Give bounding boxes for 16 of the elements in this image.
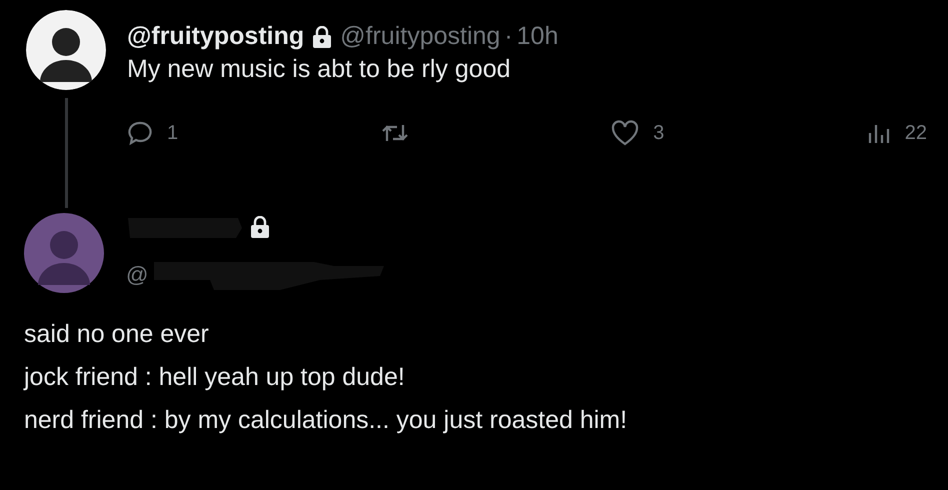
reply-action-button[interactable]: 1 xyxy=(127,120,178,146)
lock-icon xyxy=(312,26,332,48)
handle[interactable]: @ xyxy=(126,262,148,288)
reply-icon xyxy=(127,120,153,146)
handle[interactable]: @fruityposting xyxy=(340,22,500,51)
post-text: My new music is abt to be rly good xyxy=(127,55,512,84)
timestamp[interactable]: 10h xyxy=(516,22,558,51)
separator: · xyxy=(504,22,513,51)
reply-text: nerd friend : by my calculations... you just roasted him! xyxy=(24,406,628,435)
heart-icon xyxy=(611,120,640,146)
reply-text: said no one ever xyxy=(24,320,210,349)
views-action-button[interactable]: 22 xyxy=(866,121,927,145)
lock-icon xyxy=(250,216,270,238)
display-name[interactable]: @fruityposting xyxy=(127,22,304,51)
like-action-button[interactable]: 3 xyxy=(611,120,664,146)
reply-text: jock friend : hell yeah up top dude! xyxy=(24,363,406,392)
